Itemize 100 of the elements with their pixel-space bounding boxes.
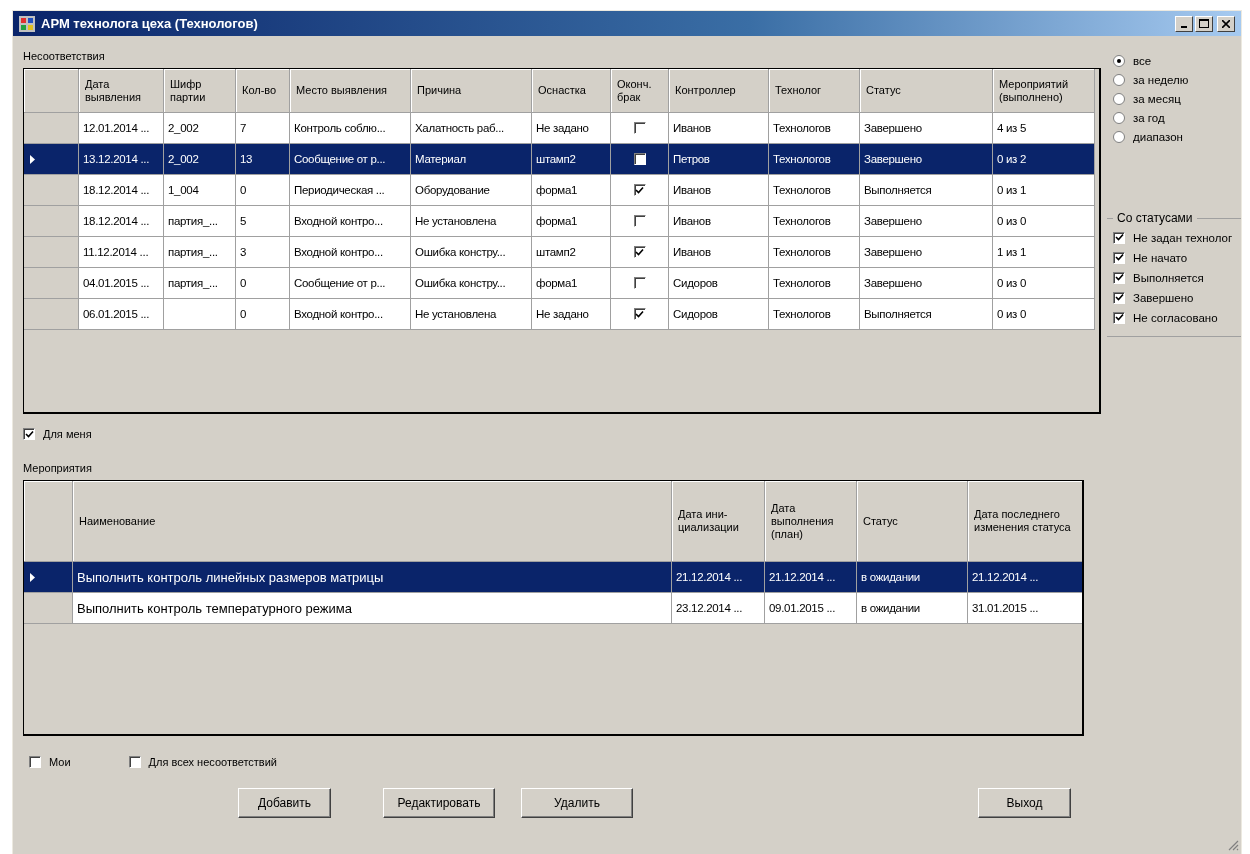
checkbox-label: Выполняется <box>1133 271 1204 284</box>
grid-corner[interactable] <box>24 69 79 113</box>
table-cell: 23.12.2014 ... <box>672 593 765 624</box>
column-header[interactable]: Дата последнего изменения статуса <box>968 481 1082 562</box>
column-header[interactable]: Технолог <box>769 69 860 113</box>
checkbox[interactable] <box>23 428 35 440</box>
table-cell: Технологов <box>769 268 860 299</box>
table-cell: Петров <box>669 144 769 175</box>
table-cell: Технологов <box>769 175 860 206</box>
app-icon <box>19 15 35 32</box>
table-cell: партия_... <box>164 237 236 268</box>
table-cell: 1 из 1 <box>993 237 1095 268</box>
checkbox[interactable] <box>1113 271 1125 284</box>
table-cell: Не установлена <box>411 299 532 330</box>
table-cell: Сообщение от р... <box>290 144 411 175</box>
table-cell: Иванов <box>669 113 769 144</box>
checkbox[interactable] <box>1113 311 1125 324</box>
checkbox[interactable] <box>633 153 646 165</box>
table-cell: Сидоров <box>669 268 769 299</box>
radio-button[interactable] <box>1113 54 1125 67</box>
column-header[interactable]: Шифр партии <box>164 69 236 113</box>
checkbox-label: Завершено <box>1133 291 1194 304</box>
column-header[interactable]: Кол-во <box>236 69 290 113</box>
row-header[interactable] <box>24 144 79 175</box>
table-cell: 11.12.2014 ... <box>79 237 164 268</box>
checkbox[interactable] <box>128 756 141 768</box>
table-cell: партия_... <box>164 206 236 237</box>
radio-button[interactable] <box>1113 130 1125 143</box>
action-button[interactable]: Редактировать <box>383 788 495 818</box>
table-cell: 7 <box>236 113 290 144</box>
table-cell: 0 из 0 <box>993 299 1095 330</box>
column-header[interactable]: Мероприятий (выполнено) <box>993 69 1095 113</box>
checkbox-label: Не задан технолог <box>1133 231 1233 244</box>
table-cell: штамп2 <box>532 237 611 268</box>
table-cell: форма1 <box>532 175 611 206</box>
table-cell: Сообщение от р... <box>290 268 411 299</box>
maximize-button[interactable] <box>1195 15 1213 32</box>
table-cell: 12.01.2014 ... <box>79 113 164 144</box>
checkbox[interactable] <box>1113 291 1125 304</box>
column-header[interactable]: Дата ини- циализации <box>672 481 765 562</box>
table-cell: Завершено <box>860 268 993 299</box>
table-cell: Ошибка констру... <box>411 268 532 299</box>
table-cell: Технологов <box>769 299 860 330</box>
table-cell: 0 <box>236 175 290 206</box>
column-header[interactable]: Место выявления <box>290 69 411 113</box>
table-cell: Иванов <box>669 237 769 268</box>
radio-button[interactable] <box>1113 73 1125 86</box>
table-cell: Контроль соблю... <box>290 113 411 144</box>
checkbox[interactable] <box>29 756 41 768</box>
table-cell: 3 <box>236 237 290 268</box>
table-cell: форма1 <box>532 206 611 237</box>
table-cell: штамп2 <box>532 144 611 175</box>
grid-corner[interactable] <box>24 481 73 562</box>
close-button[interactable] <box>1217 15 1235 32</box>
table-cell: 06.01.2015 ... <box>79 299 164 330</box>
table-cell: Оборудование <box>411 175 532 206</box>
exit-button[interactable]: Выход <box>978 788 1071 818</box>
radio-button[interactable] <box>1113 111 1125 124</box>
table-cell: 09.01.2015 ... <box>765 593 857 624</box>
table-cell: в ожидании <box>857 593 968 624</box>
column-header[interactable]: Статус <box>857 481 968 562</box>
column-header[interactable]: Дата выполнения (план) <box>765 481 857 562</box>
checkbox[interactable] <box>1113 231 1125 244</box>
column-header[interactable]: Контроллер <box>669 69 769 113</box>
table-cell: 31.01.2015 ... <box>968 593 1082 624</box>
table-cell: Сидоров <box>669 299 769 330</box>
table-cell: Не установлена <box>411 206 532 237</box>
column-header[interactable]: Наименование <box>73 481 672 562</box>
checkbox-label: Не согласовано <box>1133 311 1218 324</box>
checkbox[interactable] <box>1113 251 1125 264</box>
column-header[interactable]: Оконч. брак <box>611 69 669 113</box>
table-cell: 0 <box>236 268 290 299</box>
group-title: Со статусами <box>1117 211 1193 225</box>
table-cell: Завершено <box>860 237 993 268</box>
action-button[interactable]: Добавить <box>238 788 331 818</box>
radio-button[interactable] <box>1113 92 1125 105</box>
table-cell: Материал <box>411 144 532 175</box>
close-icon <box>1222 19 1230 28</box>
table-cell: Завершено <box>860 113 993 144</box>
column-header[interactable]: Дата выявления <box>79 69 164 113</box>
table-cell: 0 из 1 <box>993 175 1095 206</box>
table-cell: Иванов <box>669 175 769 206</box>
table-cell: 04.01.2015 ... <box>79 268 164 299</box>
table-cell: 2_002 <box>164 144 236 175</box>
action-button[interactable]: Удалить <box>521 788 633 818</box>
column-header[interactable]: Причина <box>411 69 532 113</box>
column-header[interactable]: Статус <box>860 69 993 113</box>
table-cell: 21.12.2014 ... <box>672 562 765 593</box>
minimize-button[interactable] <box>1175 15 1193 32</box>
resize-grip-icon[interactable] <box>1227 839 1239 851</box>
table-cell: Технологов <box>769 113 860 144</box>
table-cell: 21.12.2014 ... <box>765 562 857 593</box>
table-cell: Иванов <box>669 206 769 237</box>
table-cell: Завершено <box>860 206 993 237</box>
column-header[interactable]: Оснастка <box>532 69 611 113</box>
table-cell: Входной контро... <box>290 299 411 330</box>
table-cell: 4 из 5 <box>993 113 1095 144</box>
table-cell: Входной контро... <box>290 237 411 268</box>
row-header[interactable] <box>24 562 73 593</box>
table-cell: 18.12.2014 ... <box>79 175 164 206</box>
